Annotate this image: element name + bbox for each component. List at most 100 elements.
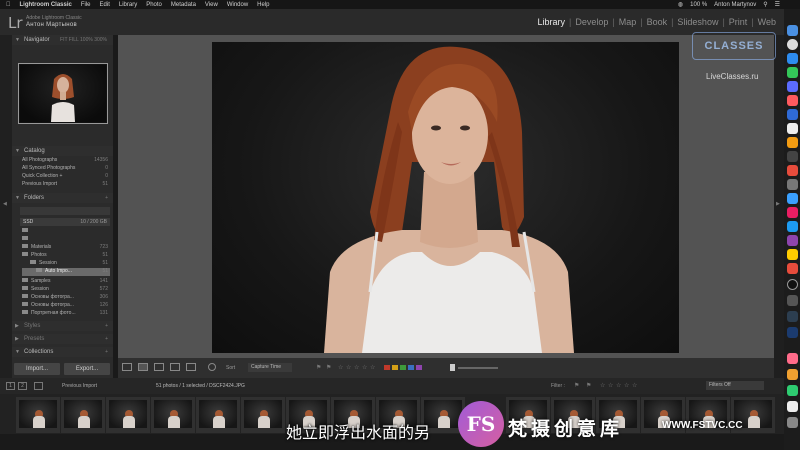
module-print[interactable]: Print (729, 17, 748, 27)
left-panel-border[interactable]: ◀ (0, 35, 12, 378)
flag-icon[interactable]: ⚑ (586, 382, 591, 389)
collapse-right-icon[interactable]: ▶ (776, 201, 780, 207)
app-icon[interactable] (787, 385, 798, 396)
folder-item-portrait[interactable]: Портретная фото... 131 (22, 310, 110, 318)
filmstrip-thumb[interactable] (16, 397, 60, 433)
module-library[interactable]: Library (537, 17, 565, 27)
filmstrip-thumb[interactable] (241, 397, 285, 433)
app-icon[interactable] (787, 221, 798, 232)
thumbnail-size-slider[interactable] (458, 367, 498, 369)
module-develop[interactable]: Develop (575, 17, 608, 27)
folder-item-basics2[interactable]: Основы фотогра... 126 (22, 302, 110, 310)
module-web[interactable]: Web (758, 17, 776, 27)
lightroom-dock-icon[interactable] (787, 311, 798, 322)
folder-item-samples[interactable]: Samples 141 (22, 278, 110, 286)
menu-edit[interactable]: Edit (100, 2, 110, 8)
color-label-red[interactable] (384, 365, 390, 370)
folder-item[interactable] (22, 236, 110, 244)
whatsapp-icon[interactable] (787, 67, 798, 78)
sort-dropdown[interactable]: Capture Time (248, 363, 292, 372)
catalog-item-quick-collection[interactable]: Quick Collection + 0 (22, 173, 110, 181)
star-icon[interactable]: ☆ (608, 382, 613, 389)
music-icon[interactable] (787, 95, 798, 106)
catalog-header[interactable]: ▼ Catalog (12, 146, 113, 156)
compare-view-icon[interactable] (154, 363, 164, 371)
menu-file[interactable]: File (81, 2, 91, 8)
star-icon[interactable]: ☆ (600, 382, 605, 389)
folder-item-auto-import[interactable]: Auto Impo... 51 (22, 268, 110, 276)
calendar-icon[interactable] (787, 165, 798, 176)
skype-icon[interactable] (787, 109, 798, 120)
star-icon[interactable]: ☆ (632, 382, 637, 389)
telegram-icon[interactable] (787, 53, 798, 64)
folders-header[interactable]: ▼ Folders + (12, 193, 113, 203)
folder-item-session2[interactable]: Session 572 (22, 286, 110, 294)
folders-filter-field[interactable] (20, 207, 110, 215)
catalog-item-previous-import[interactable]: Previous Import 51 (22, 181, 110, 189)
page-1-button[interactable]: 1 (6, 382, 15, 390)
menu-list-icon[interactable]: ☰ (775, 1, 780, 8)
app-icon[interactable] (787, 353, 798, 364)
thumbnail-size-knob[interactable] (450, 364, 455, 371)
module-book[interactable]: Book (647, 17, 668, 27)
vlc-icon[interactable] (787, 137, 798, 148)
star-icon[interactable]: ☆ (616, 382, 621, 389)
people-view-icon[interactable] (186, 363, 196, 371)
right-panel-border[interactable]: ▶ (774, 35, 784, 378)
wifi-icon[interactable]: ◍ (678, 1, 683, 8)
filmstrip-thumb[interactable] (106, 397, 150, 433)
flag-icon[interactable]: ⚑ (316, 364, 321, 371)
navigator-zoom-options[interactable]: FIT FILL 100% 300% (60, 35, 107, 45)
app-icon[interactable] (787, 369, 798, 380)
user-label[interactable]: Anton Martynov (714, 2, 756, 8)
folder-item[interactable] (22, 228, 110, 236)
color-label-green[interactable] (400, 365, 406, 370)
grid-icon[interactable] (34, 382, 43, 390)
star-icon[interactable]: ☆ (338, 364, 343, 371)
color-label-yellow[interactable] (392, 365, 398, 370)
app-icon[interactable] (787, 249, 798, 260)
flag-icon[interactable]: ⚑ (326, 364, 331, 371)
search-icon[interactable]: ⚲ (763, 1, 767, 8)
collections-header[interactable]: ▼ Collections + (12, 347, 113, 357)
survey-view-icon[interactable] (170, 363, 180, 371)
gear-icon[interactable] (787, 151, 798, 162)
filmstrip-thumb[interactable] (196, 397, 240, 433)
star-icon[interactable]: ☆ (362, 364, 367, 371)
navigator-preview[interactable] (18, 63, 108, 124)
add-collection-icon[interactable]: + (105, 347, 108, 357)
star-icon[interactable]: ☆ (370, 364, 375, 371)
filter-dropdown[interactable]: Filters Off (706, 381, 764, 390)
filmstrip-thumb[interactable] (61, 397, 105, 433)
trash-icon[interactable] (787, 417, 798, 428)
module-map[interactable]: Map (619, 17, 637, 27)
photoshop-dock-icon[interactable] (787, 327, 798, 338)
flag-icon[interactable]: ⚑ (574, 382, 579, 389)
grid-view-icon[interactable] (122, 363, 132, 371)
app-icon[interactable] (787, 263, 798, 274)
appstore-icon[interactable] (787, 193, 798, 204)
chrome-icon[interactable] (787, 39, 798, 50)
filmstrip-source[interactable]: Previous Import (62, 383, 97, 389)
presets-header[interactable]: ▶ Presets + (12, 334, 113, 344)
menu-app[interactable]: Lightroom Classic (20, 2, 72, 8)
preview-icon[interactable] (787, 179, 798, 190)
navigator-header[interactable]: ▼ Navigator FIT FILL 100% 300% (12, 35, 113, 45)
viber-icon[interactable] (787, 81, 798, 92)
add-folder-icon[interactable]: + (105, 193, 108, 203)
folder-item-materials[interactable]: Materials 723 (22, 244, 110, 252)
export-button[interactable]: Export... (64, 363, 110, 375)
menu-window[interactable]: Window (227, 2, 248, 8)
folder-item-photos[interactable]: Photos 51 (22, 252, 110, 260)
app-icon[interactable] (787, 279, 798, 290)
styles-header[interactable]: ▶ Styles + (12, 321, 113, 331)
spray-can-icon[interactable] (208, 363, 216, 371)
star-icon[interactable]: ☆ (354, 364, 359, 371)
catalog-item-all-photographs[interactable]: All Photographs 14356 (22, 157, 110, 165)
apple-icon[interactable]:  (6, 2, 11, 8)
filmstrip-thumb[interactable] (151, 397, 195, 433)
star-icon[interactable]: ☆ (346, 364, 351, 371)
app-icon[interactable] (787, 401, 798, 412)
color-label-blue[interactable] (408, 365, 414, 370)
import-button[interactable]: Import... (14, 363, 60, 375)
